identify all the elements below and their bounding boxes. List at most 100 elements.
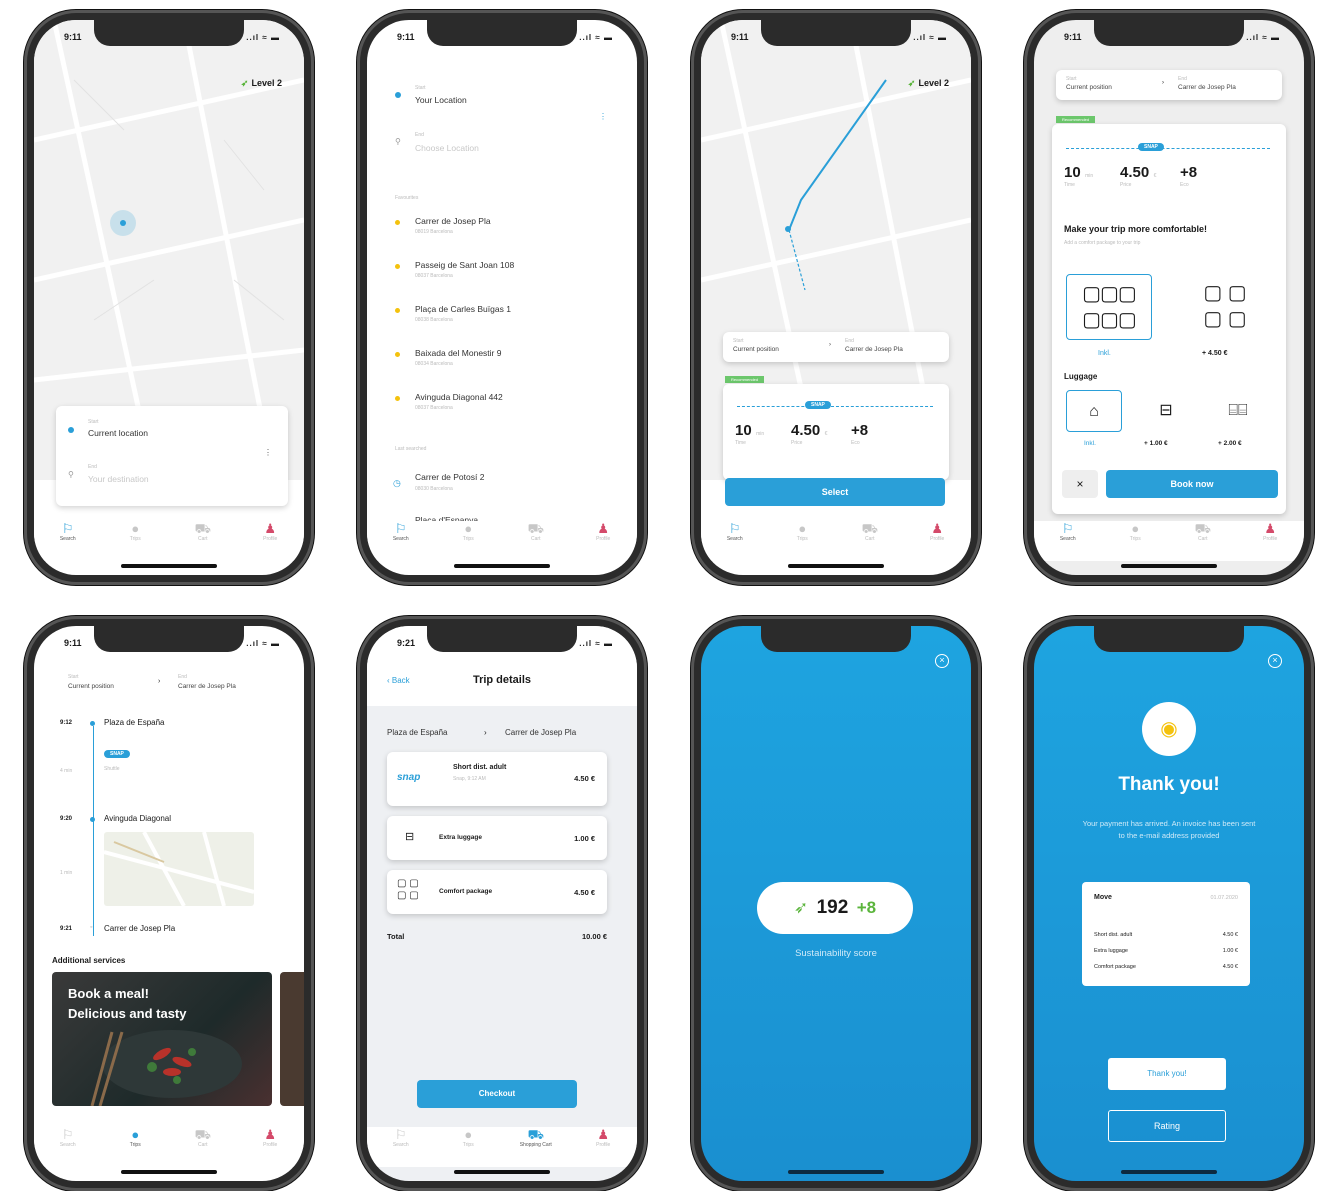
tab-cart[interactable]: ⛟ Cart — [511, 521, 561, 542]
pin-icon: ⚲ — [395, 137, 401, 146]
tab-cart[interactable]: ⛟ Cart — [1178, 521, 1228, 542]
tab-cart[interactable]: ⛟ Cart — [178, 1127, 228, 1148]
cart-icon: ⛟ — [194, 1127, 211, 1142]
route-input-card: Start Current location ⋮ ⚲ End Your dest… — [56, 406, 288, 506]
tab-cart[interactable]: ⛟ Cart — [178, 521, 228, 542]
status-icons: ..ıl ≈ ▬ — [579, 639, 613, 648]
favourite-item-sub: 08037 Barcelona — [415, 405, 453, 411]
leaf-icon: ➶ — [907, 78, 916, 88]
favourite-dot-icon — [395, 264, 400, 269]
tab-profile[interactable]: ♟ Profile — [1245, 521, 1295, 542]
phone-location-search: 9:11 ..ıl ≈ ▬ Start Your Location ⋮ ⚲ End… — [357, 10, 647, 585]
favourite-dot-icon — [395, 396, 400, 401]
start-dot-icon — [68, 427, 74, 433]
luggage-option-backpack[interactable]: ⌂ — [1066, 390, 1122, 432]
total-value: 10.00 € — [581, 932, 607, 941]
status-time: 9:11 — [64, 32, 82, 42]
from-input[interactable]: Current location — [88, 428, 148, 438]
meal-promo-card[interactable]: Book a meal! Delicious and tasty — [52, 972, 272, 1106]
to-input[interactable]: Choose Location — [415, 143, 479, 153]
arrow-icon: › — [1162, 80, 1164, 86]
medal-icon: ◉ — [1142, 702, 1196, 756]
tab-profile[interactable]: ♟ Profile — [578, 1127, 628, 1148]
route-option-card[interactable]: SNAP 10 min Time 4.50 € Price +8 Eco — [723, 384, 949, 480]
phone-route-select: 9:11 ..ıl ≈ ▬ ➶ Level 2 Start Current posi… — [691, 10, 981, 585]
tab-profile[interactable]: ♟ Profile — [245, 1127, 295, 1148]
status-time: 9:21 — [397, 638, 416, 648]
notch — [427, 626, 577, 652]
thank-you-button[interactable]: Thank you! — [1108, 1058, 1226, 1090]
close-icon[interactable]: × — [935, 654, 949, 668]
tab-search[interactable]: ⚐ Search — [1043, 521, 1093, 542]
close-icon[interactable]: × — [1268, 654, 1282, 668]
favourite-item[interactable]: Plaça de Carles Buïgas 1 — [415, 304, 511, 314]
suitcase-icon: ⊟ — [1159, 402, 1173, 419]
status-time: 9:11 — [397, 32, 415, 42]
tab-search[interactable]: ⚐ Search — [376, 1127, 426, 1148]
favourite-item[interactable]: Avinguda Diagonal 442 — [415, 392, 503, 402]
tab-profile[interactable]: ♟ Profile — [578, 521, 628, 542]
route-icon: ⚐ — [1061, 521, 1074, 536]
close-button[interactable]: × — [1062, 470, 1098, 498]
favourite-item[interactable]: Baixada del Monestir 9 — [415, 348, 501, 358]
snap-badge: SNAP — [104, 750, 130, 758]
cart-icon: ⛟ — [861, 521, 878, 536]
tab-cart[interactable]: ⛟ Shopping Cart — [511, 1127, 561, 1148]
tab-trips[interactable]: ● Trips — [1110, 521, 1160, 542]
route-from: Current position — [733, 346, 779, 353]
tab-profile[interactable]: ♟ Profile — [912, 521, 962, 542]
mini-map[interactable] — [104, 832, 254, 906]
tab-cart[interactable]: ⛟ Cart — [845, 521, 895, 542]
seat-icon: ▢ ▢ ▢ ▢ — [397, 878, 419, 901]
promo-subtitle: Delicious and tasty — [68, 1006, 187, 1021]
seat-option-standard[interactable]: ▢▢▢ ▢▢▢ — [1066, 274, 1152, 340]
seat-option-comfort[interactable]: ▢ ▢ ▢ ▢ — [1182, 274, 1268, 340]
phone-comfort-options: 9:11 ..ıl ≈ ▬ Start Current position › En… — [1024, 10, 1314, 585]
select-button[interactable]: Select — [725, 478, 945, 506]
recent-item[interactable]: Carrer de Potosí 2 — [415, 472, 484, 482]
tab-trips[interactable]: ● Trips — [777, 521, 827, 542]
swap-icon[interactable]: ⋮ — [599, 112, 607, 121]
seat-option-price: + 4.50 € — [1202, 350, 1228, 357]
route-from: Plaza de España — [387, 728, 448, 737]
luggage-option-suitcase[interactable]: ⊟ — [1138, 390, 1194, 432]
tab-trips[interactable]: ● Trips — [110, 521, 160, 542]
close-icon: × — [1076, 477, 1084, 491]
luggage-option-large[interactable]: ⌸⌸ — [1210, 390, 1266, 432]
tab-search[interactable]: ⚐ Search — [710, 521, 760, 542]
notch — [1094, 20, 1244, 46]
route-icon: ⚐ — [394, 1127, 407, 1142]
favourite-item[interactable]: Passeig de Sant Joan 108 — [415, 260, 514, 270]
checkout-button[interactable]: Checkout — [417, 1080, 577, 1108]
next-promo-card[interactable] — [280, 972, 304, 1106]
favourite-item[interactable]: Carrer de Josep Pla — [415, 216, 491, 226]
stop-name: Plaza de España — [104, 718, 165, 727]
book-now-button[interactable]: Book now — [1106, 470, 1278, 498]
to-input[interactable]: Your destination — [88, 474, 149, 484]
status-icons: ..ıl ≈ ▬ — [579, 33, 613, 42]
cart-icon: ⛟ — [1194, 521, 1211, 536]
options-sheet: SNAP 10 min Time 4.50 € Price +8 Eco Make y… — [1052, 124, 1286, 514]
tab-search[interactable]: ⚐ Search — [43, 521, 93, 542]
favourite-dot-icon — [395, 352, 400, 357]
tab-bar: ⚐ Search ● Trips ⛟ Cart ♟ Profile — [34, 521, 304, 561]
phone-trip-timeline: 9:11 ..ıl ≈ ▬ Start Current position › En… — [24, 616, 314, 1191]
tab-search[interactable]: ⚐ Search — [376, 521, 426, 542]
swap-icon[interactable]: ⋮ — [264, 448, 272, 457]
rating-button[interactable]: Rating — [1108, 1110, 1226, 1142]
route-summary-card: Start Current position › End Carrer de J… — [1056, 70, 1282, 100]
tab-trips[interactable]: ● Trips — [443, 1127, 493, 1148]
favourite-item-sub: 08038 Barcelona — [415, 317, 453, 323]
stop-time: 9:20 — [60, 816, 73, 822]
to-caption: End — [415, 132, 424, 138]
snap-badge: SNAP — [805, 401, 831, 409]
from-input[interactable]: Your Location — [415, 95, 467, 105]
profile-icon: ♟ — [597, 1127, 610, 1142]
tab-trips[interactable]: ● Trips — [110, 1127, 160, 1148]
tab-profile[interactable]: ♟ Profile — [245, 521, 295, 542]
profile-icon: ♟ — [1264, 521, 1277, 536]
item-name: Extra luggage — [439, 834, 482, 841]
favourite-dot-icon — [395, 308, 400, 313]
tab-trips[interactable]: ● Trips — [443, 521, 493, 542]
tab-search[interactable]: ⚐ Search — [43, 1127, 93, 1148]
